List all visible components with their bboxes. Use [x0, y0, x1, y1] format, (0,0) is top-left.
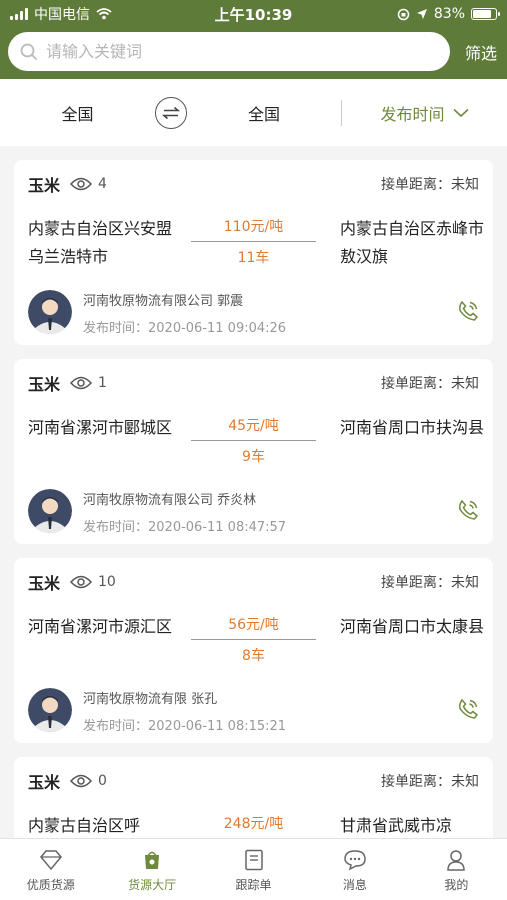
- view-count: 10: [98, 574, 116, 590]
- origin-address: 河南省漯河市源汇区: [28, 617, 173, 636]
- eye-icon: [70, 177, 93, 191]
- pickup-distance: 接单距离：未知: [381, 376, 479, 392]
- avatar: [28, 290, 72, 334]
- view-count: 0: [98, 773, 107, 789]
- company-contact: 河南牧原物流有限公司 郭震: [83, 294, 244, 309]
- view-count: 1: [98, 375, 107, 391]
- route-filter-bar: 全国 全国 发布时间: [0, 79, 507, 146]
- cargo-list: 玉米 4 接单距离：未知 内蒙古自治区兴安盟乌兰浩特市 110元/吨 11车 内…: [0, 146, 507, 838]
- publish-time: 发布时间：2020-06-11 08:47:57: [83, 520, 287, 535]
- company-contact: 河南牧原物流有限公司 乔炎林: [83, 493, 257, 508]
- location-icon: [416, 9, 427, 19]
- eye-icon: [70, 376, 93, 390]
- phone-icon[interactable]: [457, 499, 479, 525]
- origin-address: 河南省漯河市郾城区: [28, 418, 173, 437]
- tab-profile[interactable]: 我的: [406, 839, 507, 900]
- view-count: 4: [98, 176, 107, 192]
- diamond-icon: [39, 850, 62, 871]
- cargo-type: 玉米: [28, 375, 61, 394]
- tab-label: 消息: [342, 878, 367, 892]
- eye-icon: [70, 774, 93, 788]
- pickup-distance: 接单距离：未知: [381, 575, 479, 591]
- document-icon: [244, 849, 263, 871]
- freight-price: 45元/吨: [228, 418, 279, 434]
- origin-address: 内蒙古自治区兴安盟乌兰浩特市: [28, 219, 173, 266]
- eye-icon: [70, 575, 93, 589]
- publish-time: 发布时间：2020-06-11 09:04:26: [83, 321, 287, 336]
- phone-icon[interactable]: [457, 698, 479, 724]
- user-icon: [447, 850, 466, 871]
- avatar: [28, 688, 72, 732]
- carrier-label: 中国电信: [34, 7, 90, 23]
- tab-quality-sources[interactable]: 优质货源: [0, 839, 101, 900]
- bottom-tab-bar: 优质货源 货源大厅 跟踪单 消息 我的: [0, 838, 507, 900]
- destination-address: 河南省周口市太康县: [340, 617, 485, 636]
- route-line: [191, 440, 316, 441]
- filter-button[interactable]: 筛选: [465, 40, 497, 64]
- truck-count: 11车: [237, 250, 270, 266]
- search-input[interactable]: [46, 42, 406, 61]
- search-box[interactable]: [8, 32, 450, 71]
- pickup-distance: 接单距离：未知: [381, 774, 479, 790]
- swap-button[interactable]: [155, 96, 187, 129]
- tab-label: 优质货源: [26, 878, 75, 892]
- destination-address: 内蒙古自治区赤峰市敖汉旗: [340, 219, 485, 266]
- freight-price: 56元/吨: [228, 617, 279, 633]
- tab-label: 跟踪单: [235, 878, 272, 892]
- cargo-type: 玉米: [28, 176, 61, 195]
- orientation-lock-icon: [397, 8, 410, 20]
- tab-label: 我的: [444, 878, 469, 892]
- cargo-type: 玉米: [28, 773, 61, 792]
- status-bar: 中国电信 上午10:39 83%: [0, 0, 507, 28]
- sort-label: 发布时间: [380, 104, 445, 124]
- freight-price: 248元/吨: [223, 816, 284, 832]
- truck-count: 8车: [242, 648, 265, 664]
- origin-selector[interactable]: 全国: [0, 101, 155, 125]
- cargo-card[interactable]: 玉米 10 接单距离：未知 河南省漯河市源汇区 56元/吨 8车 河南省周口市太…: [14, 558, 493, 743]
- cargo-type: 玉米: [28, 574, 61, 593]
- pickup-distance: 接单距离：未知: [381, 177, 479, 193]
- price-block: 45元/吨 9车: [191, 415, 316, 467]
- price-block: 248元/吨: [191, 813, 316, 835]
- chat-bubble-icon: [344, 850, 366, 871]
- price-block: 110元/吨 11车: [191, 216, 316, 268]
- tab-tracking[interactable]: 跟踪单: [203, 839, 304, 900]
- shop-bag-icon: [145, 851, 160, 869]
- price-block: 56元/吨 8车: [191, 614, 316, 666]
- destination-address: 河南省周口市扶沟县: [340, 418, 485, 437]
- sort-dropdown[interactable]: 发布时间: [342, 101, 507, 125]
- tab-cargo-hall[interactable]: 货源大厅: [101, 839, 202, 900]
- cargo-card[interactable]: 玉米 1 接单距离：未知 河南省漯河市郾城区 45元/吨 9车 河南省周口市扶沟…: [14, 359, 493, 544]
- app-header: 中国电信 上午10:39 83% 筛选: [0, 0, 507, 79]
- wifi-icon: [96, 8, 112, 20]
- destination-selector[interactable]: 全国: [187, 101, 341, 125]
- phone-icon[interactable]: [457, 300, 479, 326]
- tab-messages[interactable]: 消息: [304, 839, 405, 900]
- publish-time: 发布时间：2020-06-11 08:15:21: [83, 719, 287, 734]
- chevron-down-icon: [452, 108, 469, 117]
- cargo-card[interactable]: 玉米 0 接单距离：未知 内蒙古自治区呼 248元/吨 甘肃省武威市凉: [14, 757, 493, 838]
- destination-address: 甘肃省武威市凉: [340, 816, 453, 835]
- swap-arrows-icon: [162, 106, 180, 119]
- company-contact: 河南牧原物流有限 张孔: [83, 692, 218, 707]
- freight-price: 110元/吨: [223, 219, 284, 235]
- route-line: [191, 241, 316, 242]
- truck-count: 9车: [242, 449, 265, 465]
- search-icon: [20, 43, 38, 60]
- battery-percent: 83%: [433, 6, 465, 22]
- battery-icon: [471, 8, 500, 20]
- tab-label: 货源大厅: [128, 878, 177, 892]
- avatar: [28, 489, 72, 533]
- origin-address: 内蒙古自治区呼: [28, 816, 141, 835]
- signal-icon: [10, 8, 28, 20]
- route-line: [191, 639, 316, 640]
- cargo-card[interactable]: 玉米 4 接单距离：未知 内蒙古自治区兴安盟乌兰浩特市 110元/吨 11车 内…: [14, 160, 493, 345]
